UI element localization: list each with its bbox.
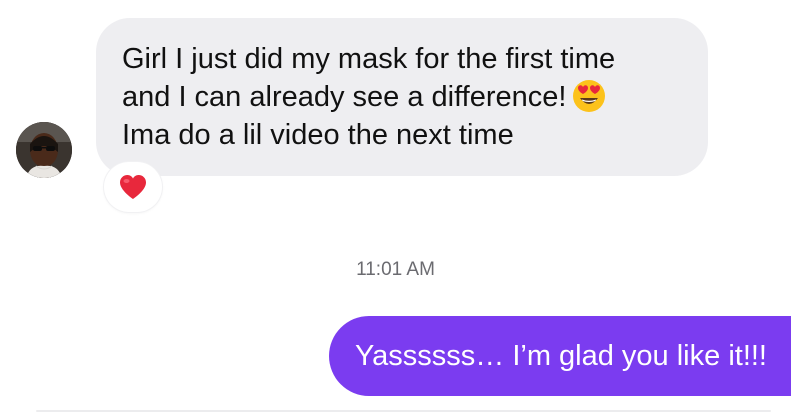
message-reaction[interactable] — [104, 162, 162, 212]
incoming-message-line-with-emoji: and I can already see a difference! — [122, 78, 680, 116]
avatar[interactable] — [16, 122, 72, 178]
incoming-message-line: Girl I just did my mask for the first ti… — [122, 43, 616, 75]
incoming-message-line: and I can already see a difference! — [122, 81, 567, 113]
incoming-message-bubble[interactable]: Girl I just did my mask for the first ti… — [96, 18, 708, 176]
chat-thread: Girl I just did my mask for the first ti… — [0, 0, 791, 414]
composer-divider — [36, 410, 771, 412]
incoming-message-line: Ima do a lil video the next time — [122, 119, 514, 151]
message-timestamp: 11:01 AM — [356, 259, 435, 280]
heart-eyes-emoji-icon — [572, 79, 606, 113]
red-heart-icon — [120, 175, 146, 199]
avatar-photo — [16, 122, 72, 178]
outgoing-message-bubble[interactable]: Yassssss… I’m glad you like it!!! — [328, 316, 791, 396]
